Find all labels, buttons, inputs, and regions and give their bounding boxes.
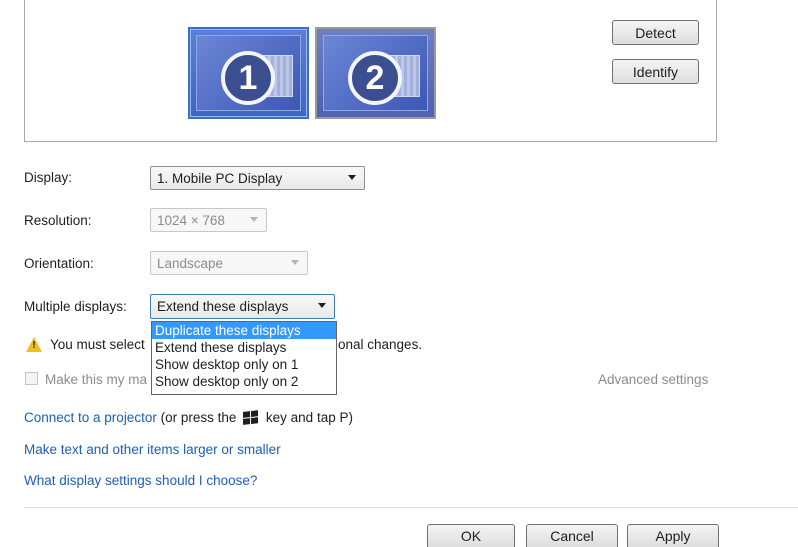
resolution-select-value: 1024 × 768 <box>157 212 225 228</box>
apply-button[interactable]: Apply <box>627 524 719 547</box>
display-select-value: 1. Mobile PC Display <box>157 170 283 186</box>
chevron-down-icon <box>250 217 258 222</box>
advanced-settings-link[interactable]: Advanced settings <box>598 372 708 387</box>
detect-button[interactable]: Detect <box>612 20 699 45</box>
make-main-display-label: Make this my ma <box>45 372 148 387</box>
windows-key-icon <box>243 410 260 425</box>
orientation-label: Orientation: <box>24 256 94 271</box>
multiple-displays-select[interactable]: Extend these displays <box>150 294 335 319</box>
dropdown-option-duplicate[interactable]: Duplicate these displays <box>152 322 336 339</box>
warning-icon-mark: ! <box>32 340 36 351</box>
dropdown-option-desktop-only-1[interactable]: Show desktop only on 1 <box>152 356 336 373</box>
orientation-select: Landscape <box>150 251 308 275</box>
monitor-1-number: 1 <box>221 51 275 105</box>
identify-button[interactable]: Identify <box>612 59 699 84</box>
connect-projector-hint-start: (or press the <box>160 410 237 425</box>
warning-text-end: onal changes. <box>338 337 423 352</box>
resolution-label: Resolution: <box>24 213 92 228</box>
chevron-down-icon <box>291 260 299 265</box>
make-main-display-checkbox <box>25 372 38 385</box>
dropdown-option-desktop-only-2[interactable]: Show desktop only on 2 <box>152 373 336 390</box>
chevron-down-icon <box>348 175 356 180</box>
orientation-select-value: Landscape <box>157 255 224 271</box>
multiple-displays-dropdown-list: Duplicate these displays Extend these di… <box>151 321 337 395</box>
warning-text-start: You must select <box>50 337 145 352</box>
monitor-2-number: 2 <box>348 51 402 105</box>
monitor-2[interactable]: 2 <box>315 27 436 119</box>
multiple-displays-select-value: Extend these displays <box>157 299 289 314</box>
text-size-link[interactable]: Make text and other items larger or smal… <box>24 442 281 457</box>
connect-projector-row: Connect to a projector (or press the key… <box>24 410 353 425</box>
dropdown-option-extend[interactable]: Extend these displays <box>152 339 336 356</box>
ok-button[interactable]: OK <box>427 524 515 547</box>
connect-projector-link[interactable]: Connect to a projector <box>24 410 157 425</box>
footer-separator <box>24 507 798 508</box>
multiple-displays-label: Multiple displays: <box>24 299 127 314</box>
monitor-1[interactable]: 1 <box>188 27 309 119</box>
chevron-down-icon <box>318 303 326 308</box>
connect-projector-hint-end: key and tap P) <box>265 410 353 425</box>
cancel-button[interactable]: Cancel <box>526 524 618 547</box>
which-settings-link[interactable]: What display settings should I choose? <box>24 473 257 488</box>
resolution-select: 1024 × 768 <box>150 208 267 232</box>
display-select[interactable]: 1. Mobile PC Display <box>150 166 365 190</box>
monitor-preview-area: 1 2 Detect Identify <box>24 0 717 142</box>
display-label: Display: <box>24 170 73 185</box>
